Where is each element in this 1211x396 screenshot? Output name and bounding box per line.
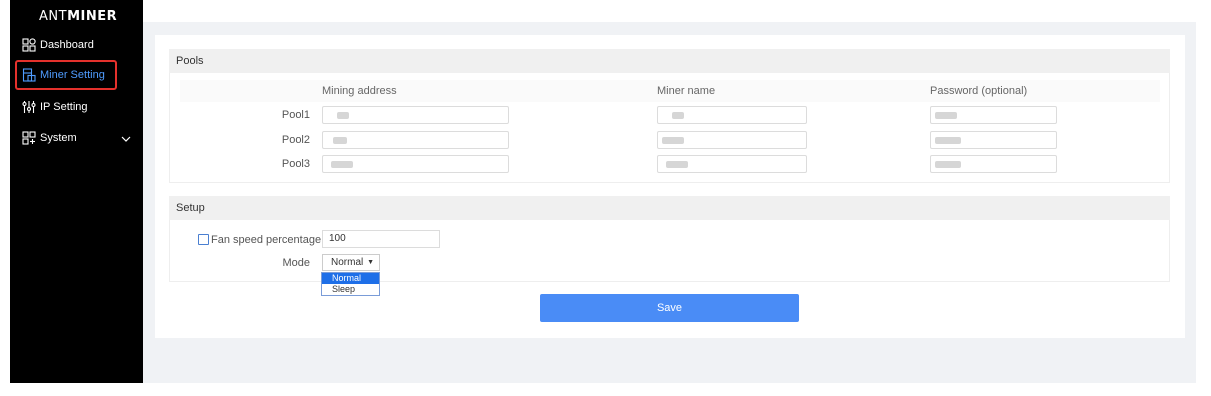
logo-suffix: MINER xyxy=(67,9,118,24)
logo-prefix: ANT xyxy=(39,9,68,24)
sidebar-item-label: IP Setting xyxy=(40,101,88,113)
pool1-miner-name-input[interactable] xyxy=(657,106,807,124)
logo: ANTMINER xyxy=(39,9,117,25)
redacted-value xyxy=(331,161,353,168)
pool3-label: Pool3 xyxy=(281,158,310,170)
pool3-address-input[interactable] xyxy=(322,155,509,173)
ip-setting-icon xyxy=(21,99,37,115)
pool1-password-input[interactable] xyxy=(930,106,1057,124)
sidebar-item-miner-setting[interactable]: Miner Setting xyxy=(10,62,143,88)
mode-select[interactable]: Normal ▼ xyxy=(322,254,380,271)
pool3-miner-name-input[interactable] xyxy=(657,155,807,173)
pool2-label: Pool2 xyxy=(281,134,310,146)
sidebar: ANTMINER Dashboard Miner Setting IP Sett… xyxy=(10,0,143,383)
chevron-down-icon xyxy=(121,133,131,145)
redacted-value xyxy=(935,161,961,168)
top-bar xyxy=(143,0,1196,22)
redacted-value xyxy=(662,137,684,144)
pools-section-header: Pools xyxy=(169,49,1170,73)
mode-select-value: Normal xyxy=(331,257,364,268)
mode-option-normal[interactable]: Normal xyxy=(322,273,379,284)
redacted-value xyxy=(333,137,347,144)
mode-dropdown-list: Normal Sleep xyxy=(321,272,380,296)
fan-speed-label: Fan speed percentage xyxy=(211,234,322,246)
sidebar-item-label: Miner Setting xyxy=(40,69,105,81)
miner-setting-icon xyxy=(21,67,37,83)
pool3-password-input[interactable] xyxy=(930,155,1057,173)
redacted-value xyxy=(337,112,349,119)
pool2-address-input[interactable] xyxy=(322,131,509,149)
redacted-value xyxy=(666,161,688,168)
sidebar-item-system[interactable]: System xyxy=(10,125,143,151)
fan-speed-input[interactable]: 100 xyxy=(322,230,440,248)
system-icon xyxy=(21,130,37,146)
pool2-password-input[interactable] xyxy=(930,131,1057,149)
fan-speed-checkbox[interactable] xyxy=(198,234,209,245)
redacted-value xyxy=(672,112,684,119)
mode-option-sleep[interactable]: Sleep xyxy=(322,284,379,295)
pool2-miner-name-input[interactable] xyxy=(657,131,807,149)
setup-section-header: Setup xyxy=(169,196,1170,220)
column-header-mining-address: Mining address xyxy=(322,85,397,97)
redacted-value xyxy=(935,137,961,144)
sidebar-item-label: Dashboard xyxy=(40,39,94,51)
sidebar-item-ip-setting[interactable]: IP Setting xyxy=(10,94,143,120)
dashboard-icon xyxy=(21,37,37,53)
redacted-value xyxy=(935,112,957,119)
pool1-address-input[interactable] xyxy=(322,106,509,124)
setup-section-body xyxy=(169,220,1170,282)
sidebar-item-dashboard[interactable]: Dashboard xyxy=(10,32,143,58)
sidebar-item-label: System xyxy=(40,132,77,144)
dropdown-arrow-icon: ▼ xyxy=(367,259,374,266)
column-header-miner-name: Miner name xyxy=(657,85,716,97)
mode-label: Mode xyxy=(282,257,310,269)
pool1-label: Pool1 xyxy=(281,109,310,121)
column-header-password: Password (optional) xyxy=(930,85,1028,97)
save-button[interactable]: Save xyxy=(540,294,799,322)
